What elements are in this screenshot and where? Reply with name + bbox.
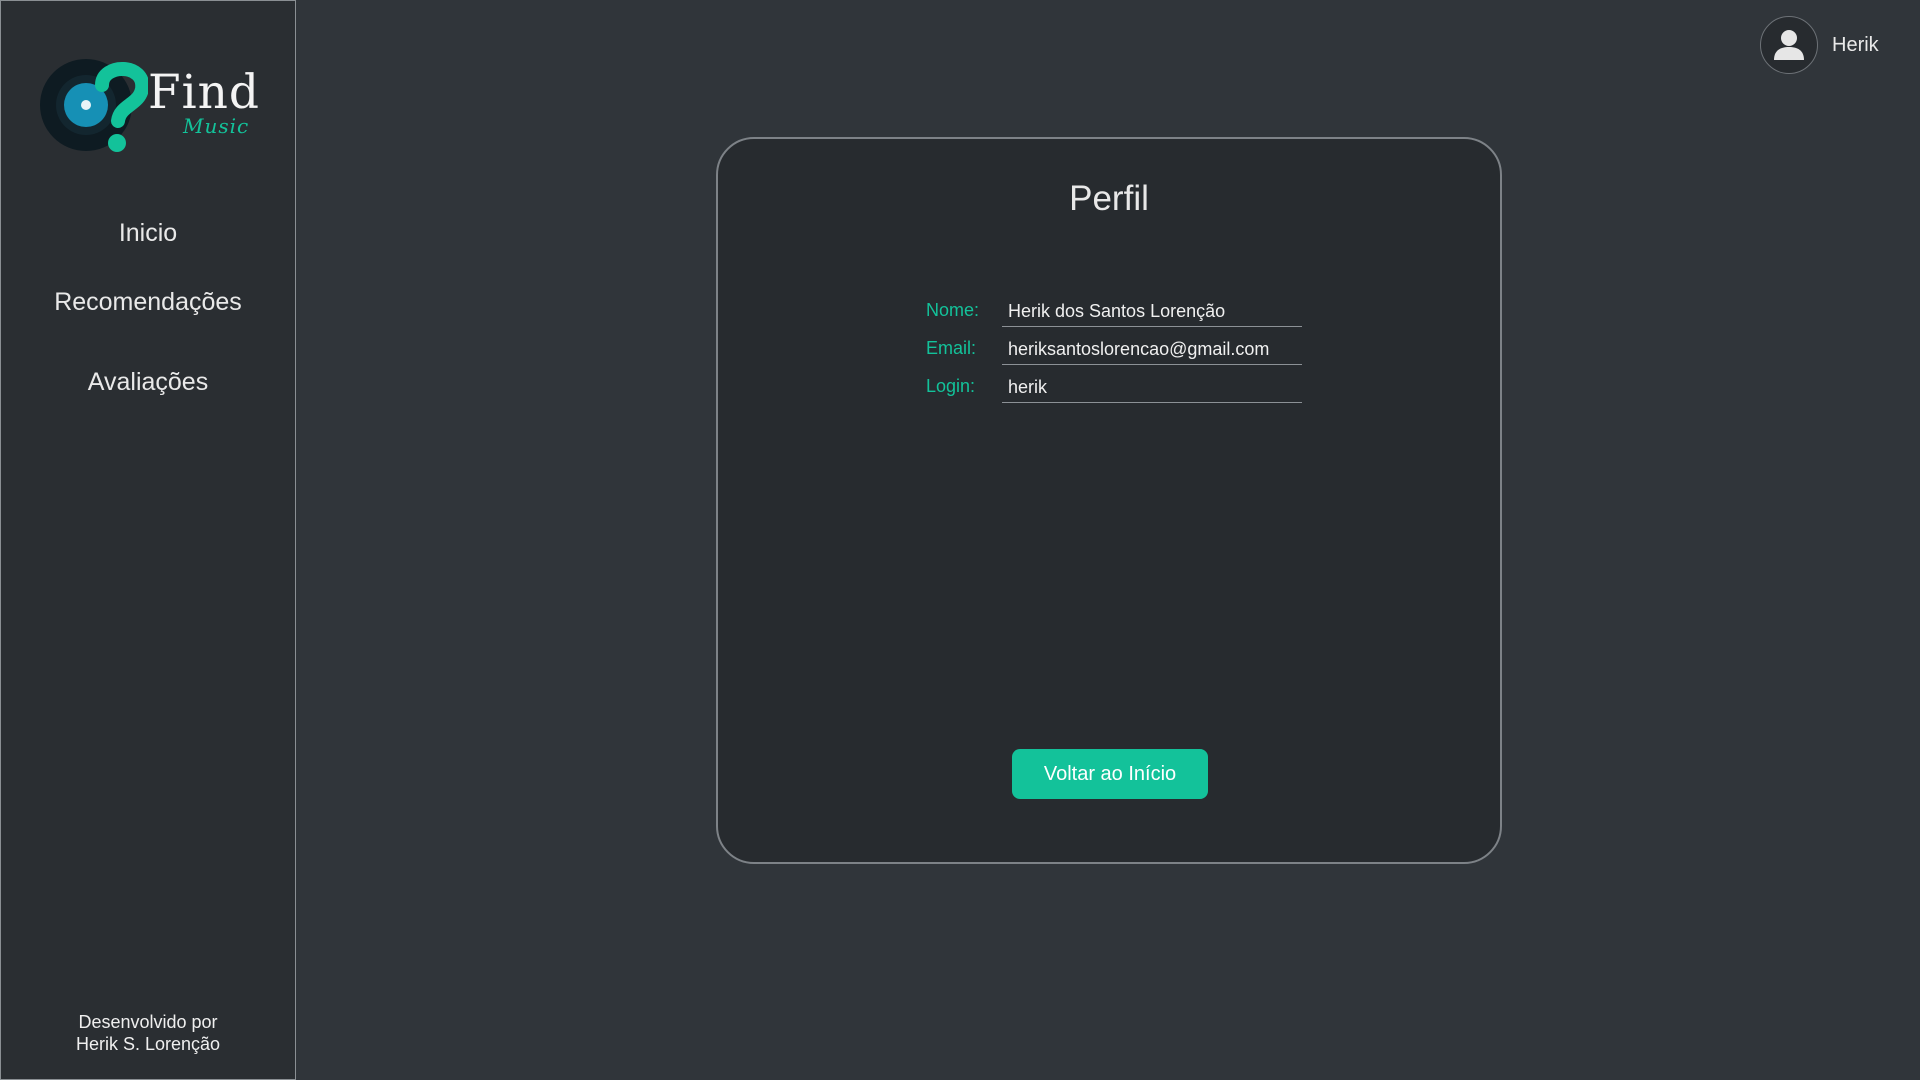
login-field[interactable]: herik xyxy=(1002,373,1302,403)
credit-line-1: Desenvolvido por xyxy=(78,1012,218,1032)
user-avatar-icon xyxy=(1774,30,1804,60)
logo-subtitle: Music xyxy=(183,114,250,138)
sidebar-item-inicio[interactable]: Inicio xyxy=(1,219,295,248)
sidebar-item-recomendacoes[interactable]: Recomendações xyxy=(1,288,295,317)
vinyl-question-logo-icon xyxy=(40,59,148,152)
user-name[interactable]: Herik xyxy=(1832,34,1879,57)
developer-credit: Desenvolvido por Herik S. Lorenção xyxy=(1,1011,295,1055)
user-menu[interactable]: Herik xyxy=(1760,15,1900,75)
login-label: Login: xyxy=(926,376,976,396)
find-music-logo[interactable]: Find Music xyxy=(38,55,268,155)
email-field[interactable]: heriksantoslorencao@gmail.com xyxy=(1002,335,1302,365)
sidebar: Find Music Inicio Recomendações Avaliaçõ… xyxy=(0,0,296,1080)
sidebar-item-avaliacoes[interactable]: Avaliações xyxy=(1,368,295,397)
email-label: Email: xyxy=(926,338,977,358)
profile-card: Perfil Nome: Herik dos Santos Lorenção E… xyxy=(716,137,1502,864)
name-field-row: Nome: Herik dos Santos Lorenção xyxy=(926,293,1326,327)
page-title: Perfil xyxy=(1069,179,1149,218)
name-field[interactable]: Herik dos Santos Lorenção xyxy=(1002,297,1302,327)
back-to-home-button[interactable]: Voltar ao Início xyxy=(1012,749,1208,799)
login-field-row: Login: herik xyxy=(926,369,1326,403)
user-avatar[interactable] xyxy=(1760,16,1818,74)
logo-wordmark: Find xyxy=(148,65,260,120)
credit-line-2: Herik S. Lorenção xyxy=(75,1034,221,1054)
name-label: Nome: xyxy=(926,300,980,320)
email-field-row: Email: heriksantoslorencao@gmail.com xyxy=(926,331,1326,365)
